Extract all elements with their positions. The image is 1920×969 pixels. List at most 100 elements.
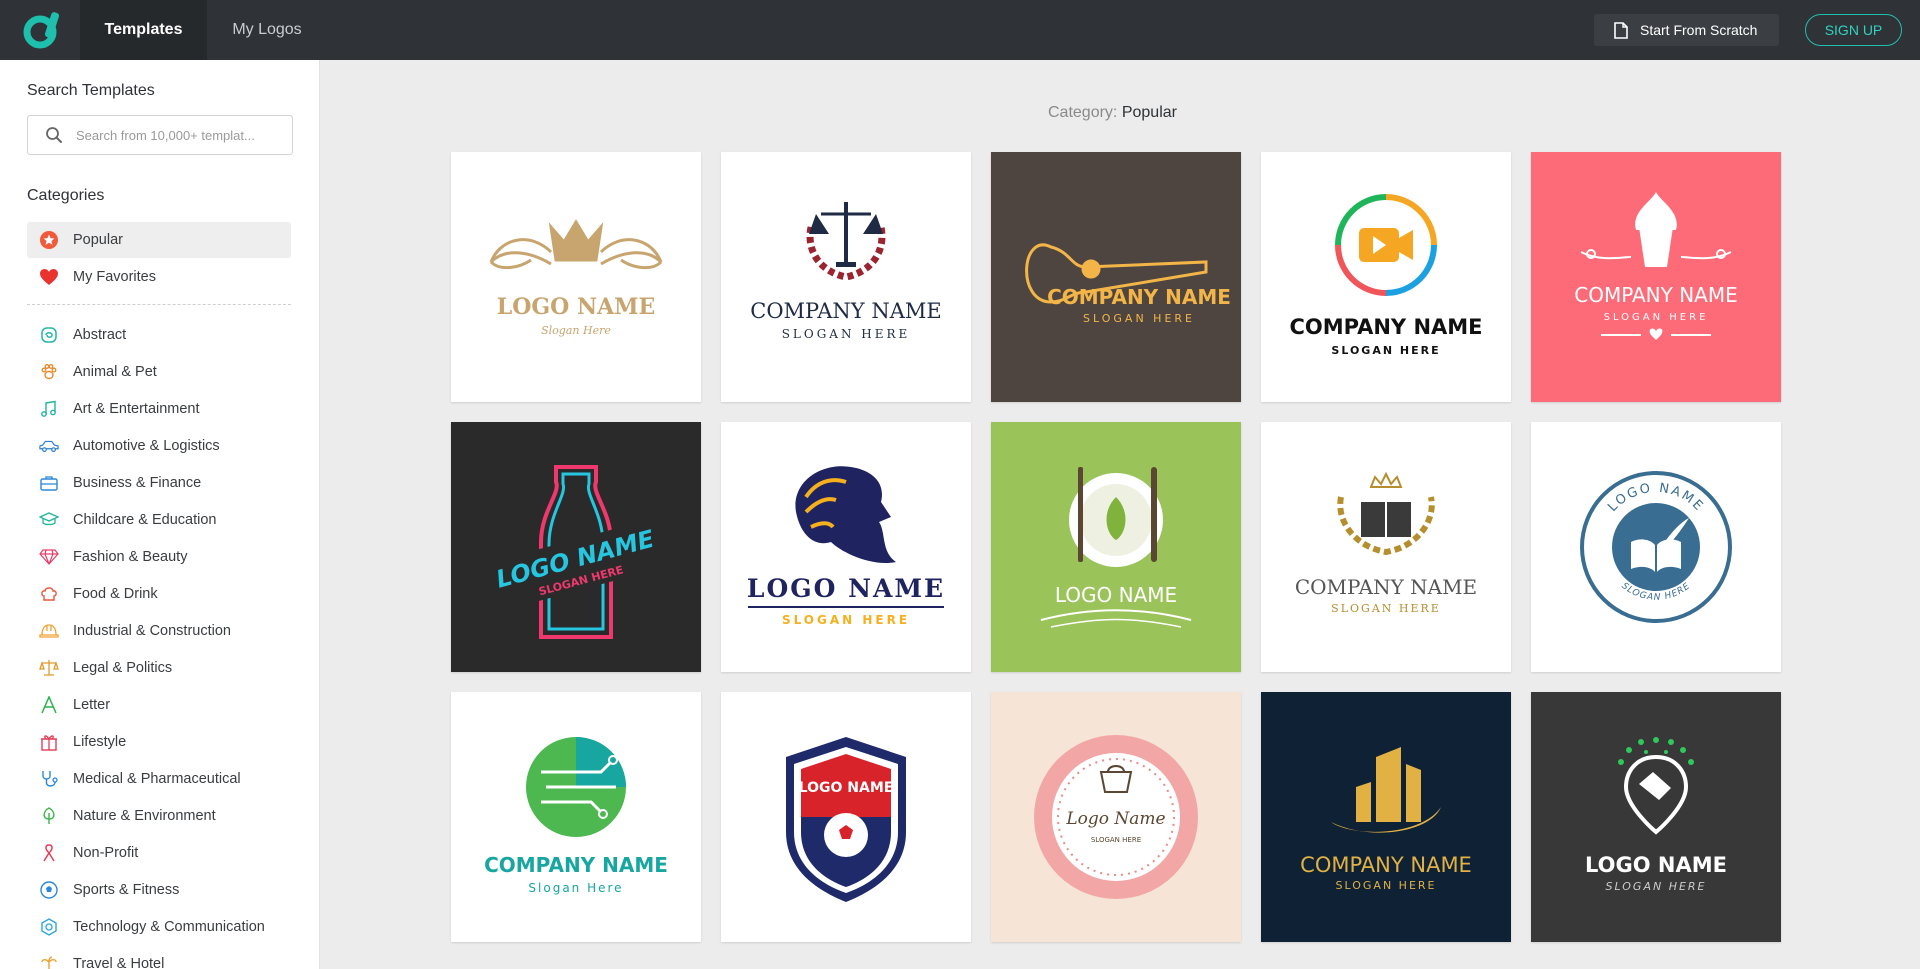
category-label: Childcare & Education (73, 512, 217, 528)
template-card[interactable]: COMPANY NAME SLOGAN HERE (1531, 152, 1781, 402)
gift-icon (39, 732, 59, 752)
template-card[interactable]: LOGO NAME (991, 422, 1241, 672)
chef-hat-icon (39, 584, 59, 604)
template-card[interactable]: COMPANY NAME SLOGAN HERE (721, 152, 971, 402)
template-card[interactable]: LOGO NAME SLOGAN HERE (1531, 692, 1781, 942)
template-card[interactable]: LOGO NAME SLOGAN HERE (721, 422, 971, 672)
template-card[interactable]: LOGO NAME SLOGAN HERE (451, 422, 701, 672)
letter-a-icon (39, 695, 59, 715)
category-industrial-construction[interactable]: Industrial & Construction (27, 613, 291, 649)
soccer-ball-icon (39, 880, 59, 900)
logo-name-text: COMPANY NAME (1289, 315, 1482, 339)
logo-name-text: COMPANY NAME (1047, 285, 1231, 309)
category-travel-hotel[interactable]: Travel & Hotel (27, 946, 291, 969)
category-label: Lifestyle (73, 734, 127, 750)
logo-name-text: LOGO NAME (1055, 583, 1177, 607)
abstract-swirl-icon (39, 325, 59, 345)
category-automotive-logistics[interactable]: Automotive & Logistics (27, 428, 291, 464)
star-badge-icon (39, 230, 59, 250)
slogan-text: SLOGAN HERE (1336, 879, 1437, 892)
stethoscope-icon (39, 769, 59, 789)
category-abstract[interactable]: Abstract (27, 317, 291, 353)
logo-name-text: COMPANY NAME (750, 299, 941, 323)
category-non-profit[interactable]: Non-Profit (27, 835, 291, 871)
category-label: Art & Entertainment (73, 401, 200, 417)
category-lifestyle[interactable]: Lifestyle (27, 724, 291, 760)
category-label: Medical & Pharmaceutical (73, 771, 241, 787)
logo-name-text: Logo Name (1065, 809, 1165, 829)
search-input[interactable] (76, 116, 286, 154)
category-label: Abstract (73, 327, 127, 343)
slogan-text: Slogan Here (541, 324, 611, 337)
ribbon-icon (39, 843, 59, 863)
category-label: Nature & Environment (73, 808, 216, 824)
slogan-text: SLOGAN HERE (1605, 880, 1706, 893)
tree-icon (39, 806, 59, 826)
category-fashion-beauty[interactable]: Fashion & Beauty (27, 539, 291, 575)
sign-up-button[interactable]: SIGN UP (1805, 14, 1902, 46)
category-label: Technology & Communication (73, 919, 265, 935)
scales-icon (39, 658, 59, 678)
category-label: Industrial & Construction (73, 623, 231, 639)
category-art-entertainment[interactable]: Art & Entertainment (27, 391, 291, 427)
category-value: Popular (1121, 104, 1177, 121)
template-card[interactable]: Logo Name SLOGAN HERE (991, 692, 1241, 942)
category-label: Non-Profit (73, 845, 139, 861)
template-card[interactable]: LOGO NAME SLOGAN HERE (1531, 422, 1781, 672)
category-animal-pet[interactable]: Animal & Pet (27, 354, 291, 390)
template-card[interactable]: COMPANY NAME SLOGAN HERE (1261, 152, 1511, 402)
document-icon (1614, 21, 1628, 39)
top-bar: Templates My Logos Start From Scratch SI… (0, 0, 1920, 60)
logo-name-text: LOGO NAME (747, 574, 945, 603)
chip-icon (39, 917, 59, 937)
sidebar: Search Templates Categories Popular My F… (0, 60, 320, 969)
template-card[interactable]: COMPANY NAME SLOGAN HERE (991, 152, 1241, 402)
music-note-icon (39, 399, 59, 419)
category-nature-environment[interactable]: Nature & Environment (27, 798, 291, 834)
circuit-circle-icon (526, 737, 626, 837)
start-from-scratch-label: Start From Scratch (1640, 22, 1758, 38)
category-label: Sports & Fitness (73, 882, 180, 898)
category-business-finance[interactable]: Business & Finance (27, 465, 291, 501)
category-popular[interactable]: Popular (27, 222, 291, 258)
start-from-scratch-button[interactable]: Start From Scratch (1594, 14, 1779, 46)
slogan-text: SLOGAN HERE (782, 327, 911, 341)
category-title: Category: Popular (1048, 104, 1177, 122)
slogan-text: SLOGAN HERE (1331, 602, 1441, 615)
category-my-favorites[interactable]: My Favorites (27, 259, 291, 295)
template-card[interactable]: COMPANY NAME Slogan Here (451, 692, 701, 942)
palm-tree-icon (39, 954, 59, 969)
logo-name-text: COMPANY NAME (1574, 283, 1738, 307)
category-legal-politics[interactable]: Legal & Politics (27, 650, 291, 686)
tab-my-logos[interactable]: My Logos (207, 0, 327, 60)
category-label: Automotive & Logistics (73, 438, 220, 454)
category-medical-pharmaceutical[interactable]: Medical & Pharmaceutical (27, 761, 291, 797)
logo-name-text: COMPANY NAME (484, 853, 668, 877)
category-label: Travel & Hotel (73, 956, 165, 969)
sidebar-divider (27, 304, 291, 305)
logo-name-text: LOGO NAME (1585, 853, 1727, 877)
slogan-text: SLOGAN HERE (782, 613, 910, 627)
tab-templates[interactable]: Templates (80, 0, 207, 60)
category-food-drink[interactable]: Food & Drink (27, 576, 291, 612)
search-templates-heading: Search Templates (27, 82, 155, 99)
category-label: My Favorites (73, 269, 156, 285)
category-technology-communication[interactable]: Technology & Communication (27, 909, 291, 945)
template-card[interactable]: COMPANY NAME SLOGAN HERE (1261, 692, 1511, 942)
slogan-text: SLOGAN HERE (1604, 312, 1709, 323)
template-card[interactable]: LOGO NAME (721, 692, 971, 942)
brand-logo-icon[interactable] (20, 10, 60, 50)
category-label: Popular (73, 232, 123, 248)
categories-heading: Categories (27, 187, 105, 204)
category-sports-fitness[interactable]: Sports & Fitness (27, 872, 291, 908)
category-letter[interactable]: Letter (27, 687, 291, 723)
category-label: Food & Drink (73, 586, 158, 602)
category-label: Letter (73, 697, 111, 713)
category-label: Fashion & Beauty (73, 549, 188, 565)
heart-icon (39, 267, 59, 287)
category-label: Legal & Politics (73, 660, 173, 676)
slogan-text: SLOGAN HERE (1083, 312, 1195, 325)
category-childcare-education[interactable]: Childcare & Education (27, 502, 291, 538)
template-card[interactable]: COMPANY NAME SLOGAN HERE (1261, 422, 1511, 672)
template-card[interactable]: LOGO NAME Slogan Here (451, 152, 701, 402)
